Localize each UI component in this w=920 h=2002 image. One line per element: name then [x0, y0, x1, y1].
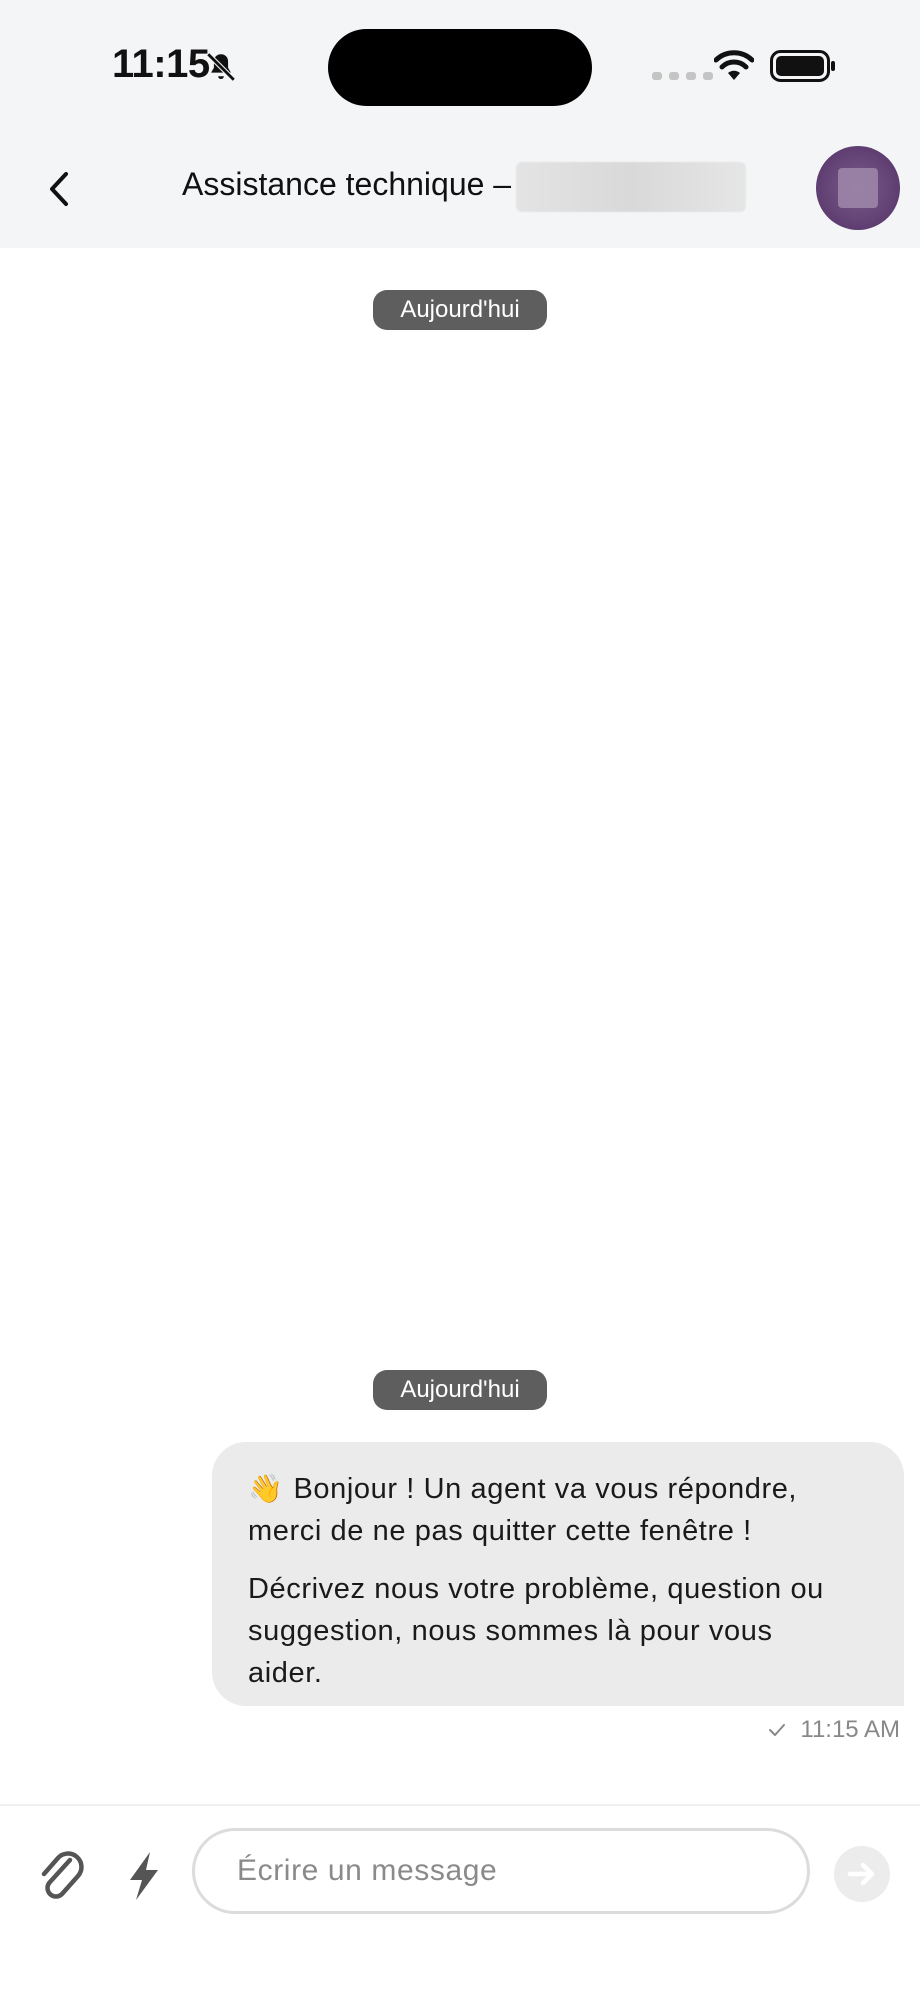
battery-icon [770, 50, 835, 82]
composer [0, 1804, 920, 2002]
chat-header: Assistance technique – [0, 130, 920, 248]
redacted-name [516, 162, 746, 212]
avatar-image [838, 168, 878, 208]
bell-slash-icon [206, 52, 236, 82]
message-line: Décrivez nous votre problème, question o… [248, 1573, 824, 1605]
waving-hand-emoji: 👋 [248, 1473, 284, 1504]
send-button[interactable] [834, 1846, 890, 1902]
chat-area[interactable]: Aujourd'hui Aujourd'hui 👋 Bonjour ! Un ag… [0, 248, 920, 1804]
message-meta: 11:15 AM [768, 1716, 900, 1744]
cellular-signal-icon [652, 72, 713, 80]
back-button[interactable] [40, 164, 80, 214]
paperclip-icon[interactable] [36, 1846, 86, 1906]
lightning-icon[interactable] [124, 1850, 164, 1902]
avatar[interactable] [816, 146, 900, 230]
message-line: merci de ne pas quitter cette fenêtre ! [248, 1515, 752, 1547]
wifi-icon [714, 50, 754, 80]
message-line: aider. [248, 1657, 323, 1689]
arrow-right-icon [847, 1862, 875, 1886]
dynamic-island [328, 29, 592, 106]
status-time: 11:15 [112, 42, 210, 86]
check-icon [769, 1724, 786, 1736]
message-time: 11:15 AM [800, 1716, 900, 1743]
message-bubble[interactable]: 👋 Bonjour ! Un agent va vous répondre, me… [212, 1442, 904, 1706]
date-separator: Aujourd'hui [373, 290, 547, 330]
message-line: 👋 Bonjour ! Un agent va vous répondre, [248, 1473, 798, 1505]
date-separator: Aujourd'hui [373, 1370, 547, 1410]
header-title: Assistance technique – [182, 166, 512, 202]
message-line: suggestion, nous sommes là pour vous [248, 1615, 773, 1647]
status-bar: 11:15 [0, 0, 920, 130]
message-input[interactable] [192, 1828, 810, 1914]
